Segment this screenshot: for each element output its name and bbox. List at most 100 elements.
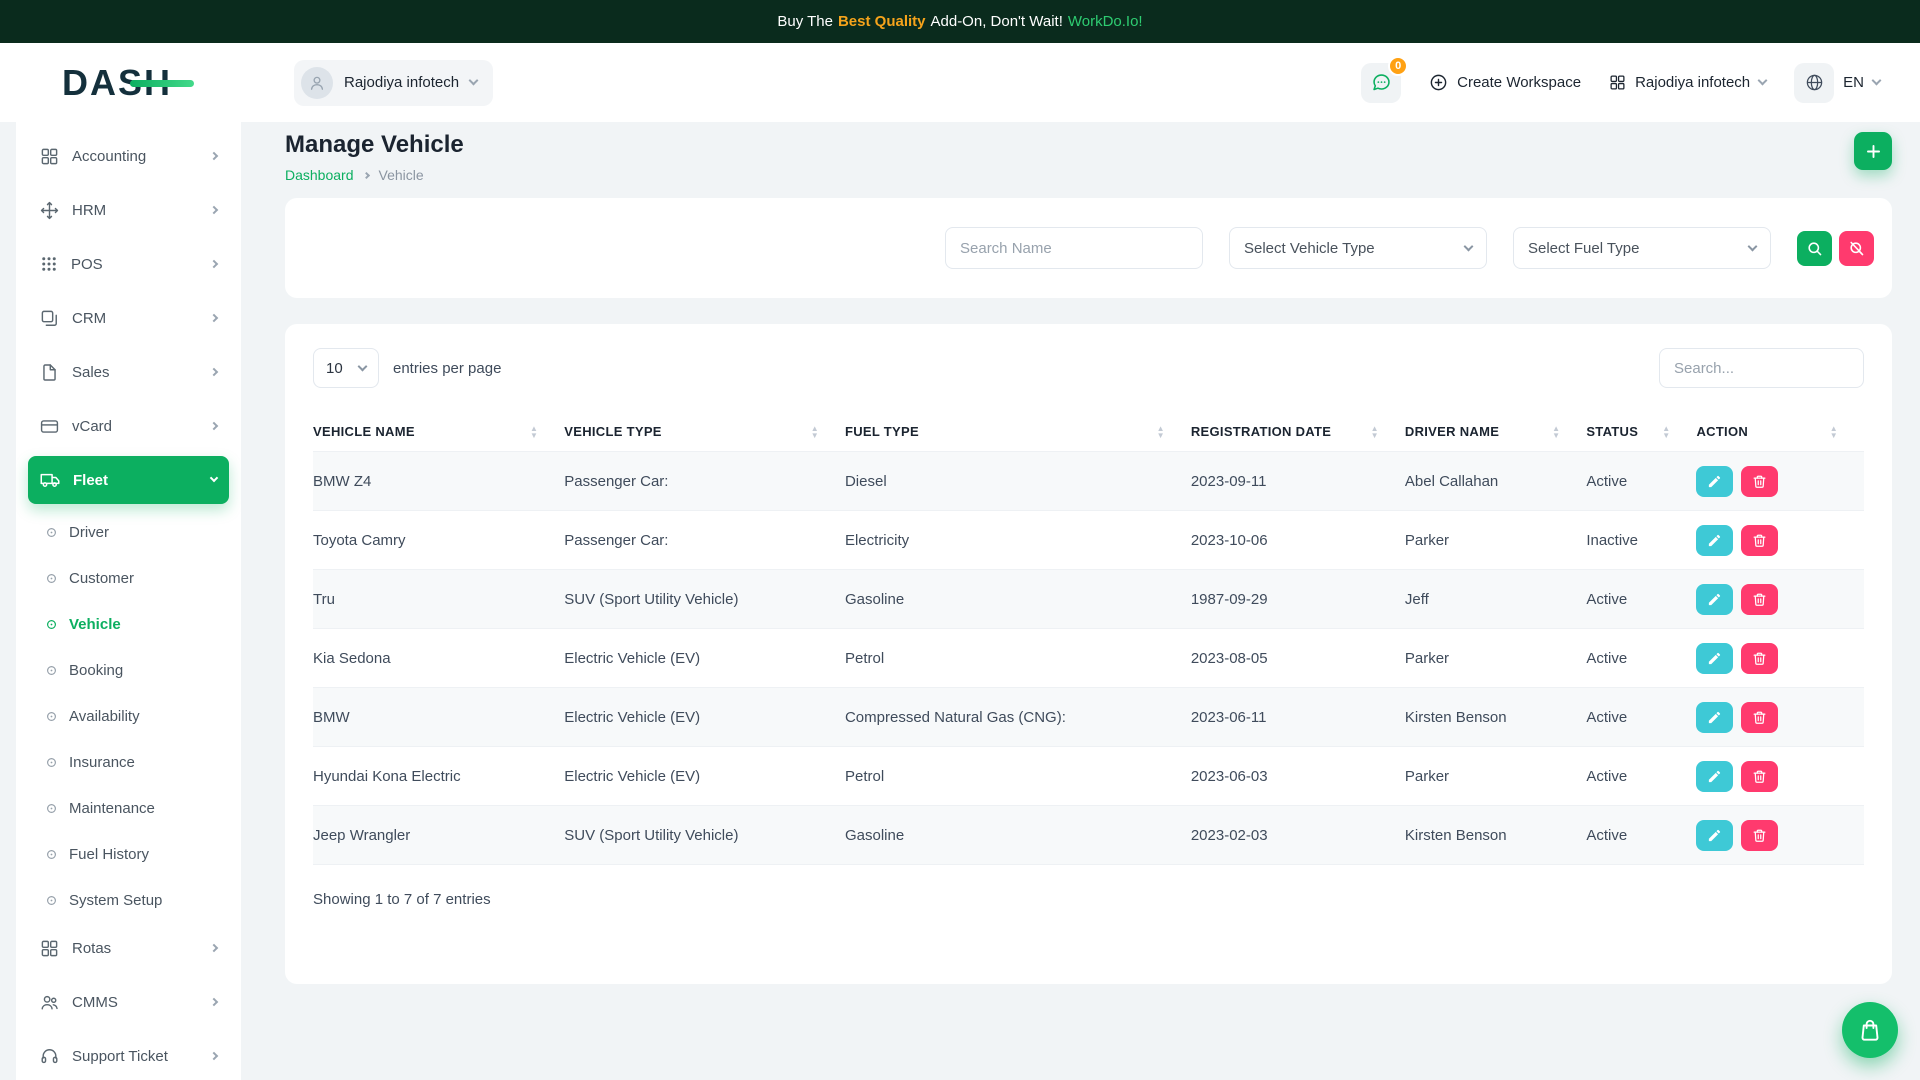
sidebar-subitem-maintenance[interactable]: Maintenance: [28, 786, 229, 830]
edit-button[interactable]: [1696, 702, 1733, 733]
company-dropdown[interactable]: Rajodiya infotech: [1609, 74, 1766, 91]
messages-badge: 0: [1388, 56, 1408, 76]
delete-button[interactable]: [1741, 584, 1778, 615]
layers-icon: [40, 309, 59, 328]
sidebar-subitem-fuel-history[interactable]: Fuel History: [28, 832, 229, 876]
sidebar-subitem-customer[interactable]: Customer: [28, 556, 229, 600]
sidebar-subitem-booking[interactable]: Booking: [28, 648, 229, 692]
workspace-switcher[interactable]: Rajodiya infotech: [294, 60, 493, 106]
bullseye-icon: [46, 849, 57, 860]
sidebar-item-cmms[interactable]: CMMS: [28, 978, 229, 1026]
sidebar-item-rotas[interactable]: Rotas: [28, 924, 229, 972]
sidebar-item-label: CRM: [72, 310, 198, 327]
chevron-right-icon: [210, 206, 218, 214]
sidebar-subitem-label: Driver: [69, 524, 109, 541]
promo-banner: Buy The Best Quality Add-On, Don't Wait!…: [0, 0, 1920, 43]
sidebar-item-accounting[interactable]: Accounting: [28, 132, 229, 180]
language-switcher[interactable]: EN: [1794, 63, 1880, 103]
chevron-right-icon: [210, 1052, 218, 1060]
grid-icon: [1609, 74, 1626, 91]
delete-button[interactable]: [1741, 466, 1778, 497]
sidebar-item-crm[interactable]: CRM: [28, 294, 229, 342]
sort-icon: ▲▼: [530, 425, 538, 439]
column-header-vehicle-name[interactable]: VEHICLE NAME▲▼: [313, 412, 564, 452]
grid-icon: [40, 939, 59, 958]
header-actions: 0 Create Workspace Rajodiya infotech E: [1361, 63, 1880, 103]
sidebar-item-label: Sales: [72, 364, 198, 381]
delete-button[interactable]: [1741, 643, 1778, 674]
create-workspace-button[interactable]: Create Workspace: [1429, 73, 1581, 92]
entries-per-page-select[interactable]: 10: [313, 348, 379, 388]
filter-reset-button[interactable]: [1839, 231, 1874, 266]
sidebar-subitem-insurance[interactable]: Insurance: [28, 740, 229, 784]
sidebar-item-fleet[interactable]: Fleet: [28, 456, 229, 504]
table-row: Kia SedonaElectric Vehicle (EV)Petrol202…: [313, 629, 1864, 688]
edit-button[interactable]: [1696, 584, 1733, 615]
driver-name-cell: Jeff: [1405, 570, 1586, 629]
sidebar-item-label: Fleet: [73, 472, 198, 489]
company-name: Rajodiya infotech: [1635, 74, 1750, 91]
edit-button[interactable]: [1696, 820, 1733, 851]
sidebar-item-vcard[interactable]: vCard: [28, 402, 229, 450]
search-name-input[interactable]: [945, 227, 1203, 269]
delete-button[interactable]: [1741, 761, 1778, 792]
filter-card: Select Vehicle Type Select Fuel Type: [285, 198, 1892, 298]
filter-search-button[interactable]: [1797, 231, 1832, 266]
table-row: Hyundai Kona ElectricElectric Vehicle (E…: [313, 747, 1864, 806]
column-header-fuel-type[interactable]: FUEL TYPE ▲▼: [845, 412, 1191, 452]
vehicle-type-cell: Electric Vehicle (EV): [564, 747, 845, 806]
fuel-type-cell: Gasoline: [845, 570, 1191, 629]
fuel-type-select[interactable]: Select Fuel Type: [1513, 227, 1771, 269]
language-code: EN: [1843, 74, 1864, 91]
sidebar-subitem-system-setup[interactable]: System Setup: [28, 878, 229, 922]
sidebar-item-hrm[interactable]: HRM: [28, 186, 229, 234]
sidebar-subitem-availability[interactable]: Availability: [28, 694, 229, 738]
sidebar-item-support-ticket[interactable]: Support Ticket: [28, 1032, 229, 1080]
chevron-right-icon: [210, 368, 218, 376]
registration-date-cell: 2023-06-03: [1191, 747, 1405, 806]
sidebar-subitem-driver[interactable]: Driver: [28, 510, 229, 554]
sidebar-item-label: Accounting: [72, 148, 198, 165]
delete-button[interactable]: [1741, 820, 1778, 851]
chevron-right-icon: [210, 314, 218, 322]
sidebar-item-sales[interactable]: Sales: [28, 348, 229, 396]
breadcrumb: Dashboard Vehicle: [285, 166, 464, 184]
edit-button[interactable]: [1696, 466, 1733, 497]
promo-link[interactable]: WorkDo.Io!: [1068, 13, 1143, 30]
chevron-right-icon: [210, 422, 218, 430]
column-label: REGISTRATION DATE: [1191, 424, 1331, 439]
sidebar-subitem-label: Booking: [69, 662, 123, 679]
edit-button[interactable]: [1696, 525, 1733, 556]
add-vehicle-button[interactable]: [1854, 132, 1892, 170]
column-header-registration-date[interactable]: REGISTRATION DATE▲▼: [1191, 412, 1405, 452]
column-header-driver-name[interactable]: DRIVER NAME▲▼: [1405, 412, 1586, 452]
column-label: FUEL TYPE: [845, 424, 919, 439]
action-cell: [1696, 806, 1864, 865]
column-header-action[interactable]: ACTION▲▼: [1696, 412, 1864, 452]
app-logo[interactable]: DASH: [62, 61, 194, 105]
column-header-vehicle-type[interactable]: VEHICLE TYPE▲▼: [564, 412, 845, 452]
chevron-down-icon: [469, 76, 479, 86]
bullseye-icon: [46, 527, 57, 538]
bullseye-icon: [46, 803, 57, 814]
headset-icon: [40, 1047, 59, 1066]
messages-button[interactable]: 0: [1361, 63, 1401, 103]
breadcrumb-dashboard[interactable]: Dashboard: [285, 167, 354, 183]
column-header-status[interactable]: STATUS▲▼: [1586, 412, 1696, 452]
promo-text-prefix: Buy The: [777, 13, 833, 30]
sort-icon: ▲▼: [1157, 425, 1165, 439]
vehicle-name-cell: Kia Sedona: [313, 629, 564, 688]
edit-button[interactable]: [1696, 761, 1733, 792]
sidebar-subitem-vehicle[interactable]: Vehicle: [28, 602, 229, 646]
floating-cart-button[interactable]: [1842, 1002, 1898, 1058]
vehicle-table-card: 10 entries per page VEHICLE NAME▲▼VEHICL…: [285, 324, 1892, 984]
table-row: BMWElectric Vehicle (EV)Compressed Natur…: [313, 688, 1864, 747]
sidebar-item-pos[interactable]: POS: [28, 240, 229, 288]
fuel-type-cell: Compressed Natural Gas (CNG):: [845, 688, 1191, 747]
delete-button[interactable]: [1741, 702, 1778, 733]
edit-button[interactable]: [1696, 643, 1733, 674]
delete-button[interactable]: [1741, 525, 1778, 556]
table-search-input[interactable]: [1659, 348, 1864, 388]
vehicle-type-select[interactable]: Select Vehicle Type: [1229, 227, 1487, 269]
vehicle-name-cell: BMW Z4: [313, 452, 564, 511]
